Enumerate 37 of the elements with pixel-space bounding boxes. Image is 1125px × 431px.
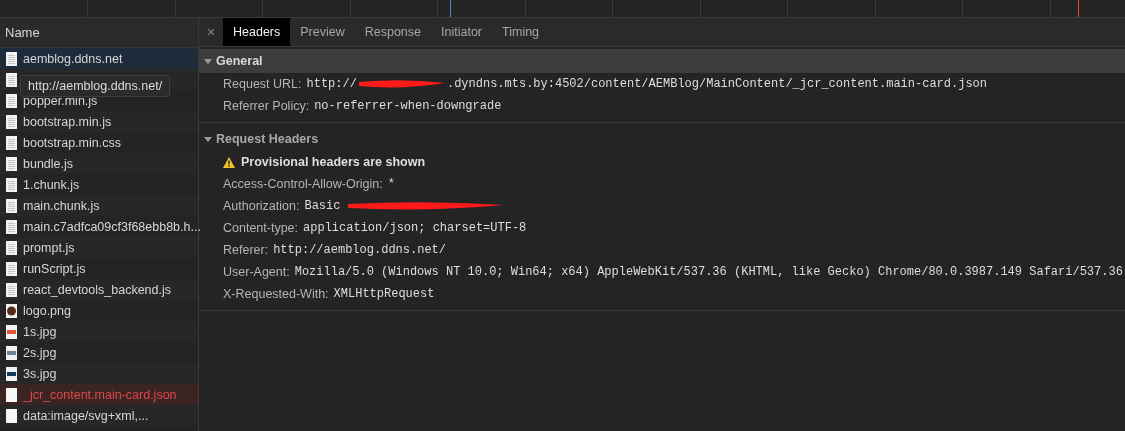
request-name: 1.chunk.js: [23, 177, 80, 192]
request-name: bundle.js: [23, 156, 74, 171]
request-name: 1s.jpg: [23, 324, 57, 339]
header-name: User-Agent:: [223, 265, 290, 279]
section-title: General: [216, 54, 263, 68]
header-name: Referer:: [223, 243, 269, 257]
header-value: Mozilla/5.0 (Windows NT 10.0; Win64; x64) AppleWebKit/537.36 (KHTML, like Gecko) Chrome/80.0.3987.149 Safari/537.36: [294, 265, 1123, 279]
header-name: Authorization:: [223, 199, 300, 213]
url-tooltip: http://aemblog.ddns.net/: [20, 75, 171, 97]
request-name: bootstrap.min.css: [23, 135, 121, 150]
request-name: main.chunk.js: [23, 198, 100, 213]
warning-text: Provisional headers are shown: [241, 155, 426, 169]
header-value: no-referrer-when-downgrade: [314, 99, 502, 113]
header-name: Request URL:: [223, 77, 302, 91]
section-title: Request Headers: [216, 132, 319, 146]
header-value: XMLHttpRequest: [333, 287, 435, 301]
request-name: 3s.jpg: [23, 366, 57, 381]
header-name: Access-Control-Allow-Origin:: [223, 177, 383, 191]
request-name: prompt.js: [23, 240, 75, 255]
request-name: aemblog.ddns.net: [23, 51, 123, 66]
header-name: Referrer Policy:: [223, 99, 310, 113]
request-name: data:image/svg+xml,...: [23, 408, 149, 423]
header-value: *: [387, 177, 395, 191]
request-name: bootstrap.min.js: [23, 114, 112, 129]
header-value: http://: [306, 77, 357, 91]
request-name: _jcr_content.main-card.json: [23, 387, 177, 402]
request-name: 2s.jpg: [23, 345, 57, 360]
header-value: Basic: [304, 199, 341, 213]
request-name: react_devtools_backend.js: [23, 282, 171, 297]
header-value: application/json; charset=UTF-8: [303, 221, 527, 235]
request-name: logo.png: [23, 303, 71, 318]
header-name: X-Requested-With:: [223, 287, 329, 301]
request-name: runScript.js: [23, 261, 86, 276]
request-name: main.c7adfca09cf3f68ebb8b.h...: [23, 219, 201, 234]
header-name: Content-type:: [223, 221, 299, 235]
header-value: .dyndns.mts.by:4502/content/AEMBlog/MainContent/_jcr_content.main-card.json: [446, 77, 988, 91]
header-value: http://aemblog.ddns.net/: [273, 243, 446, 257]
